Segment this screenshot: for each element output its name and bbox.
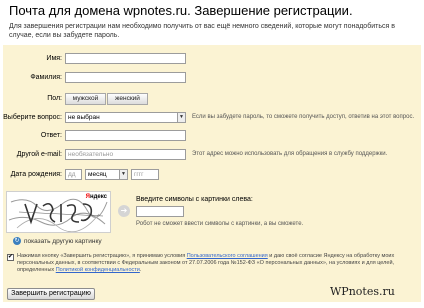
user-agreement-link[interactable]: Пользовательского соглашения [187,253,268,259]
name-input[interactable] [65,53,186,64]
birth-day-input[interactable]: дд [65,169,82,180]
refresh-captcha-label: показать другую картинку [24,237,102,245]
agreement-row: ✔ Нажимая кнопку «Завершить регистрацию»… [7,253,411,274]
refresh-captcha-link[interactable]: ↻ показать другую картинку [13,237,102,245]
gender-label: Пол: [47,95,62,102]
birth-month-select[interactable]: месяц ▼ [85,169,128,180]
birth-year-input[interactable]: гггг [131,169,159,180]
email-hint: Этот адрес можно использовать для обраще… [192,151,388,157]
captcha-label: Введите символы с картинки слева: [136,196,253,203]
name-label: Имя: [46,55,62,62]
page-title: Почта для домена wpnotes.ru. Завершение … [9,3,353,18]
question-label: Выберите вопрос: [3,114,62,121]
question-hint: Если вы забудете пароль, то сможете полу… [192,114,415,120]
surname-input[interactable] [65,72,186,83]
answer-label: Ответ: [40,132,62,139]
email-label: Другой e-mail: [16,151,62,158]
birth-label: Дата рождения: [10,171,62,178]
chevron-down-icon: ▼ [177,113,185,122]
surname-label: Фамилия: [30,74,62,81]
captcha-image: Яндекс [6,191,111,233]
refresh-icon: ↻ [13,237,21,245]
birth-month-value: месяц [88,171,107,178]
gender-male-button[interactable]: мужской [65,93,106,105]
intro-text: Для завершения регистрации нам необходим… [9,23,395,39]
agreement-text: Нажимая кнопку «Завершить регистрацию», … [17,253,395,273]
email-input[interactable]: необязательно [65,149,186,160]
submit-registration-button[interactable]: Завершить регистрацию [7,288,95,300]
privacy-policy-link[interactable]: Политикой конфиденциальности [56,267,140,273]
question-select-value: не выбран [68,114,100,121]
watermark: WPnotes.ru [330,285,395,298]
answer-input[interactable] [65,130,186,141]
question-select[interactable]: не выбран ▼ [65,112,186,123]
agreement-checkbox[interactable]: ✔ [7,254,14,261]
gender-female-button[interactable]: женский [107,93,148,105]
yandex-logo: Яндекс [85,194,107,200]
chevron-down-icon: ▼ [119,170,127,179]
arrow-right-icon: ➔ [118,205,130,217]
captcha-input[interactable] [136,206,184,217]
captcha-hint: Робот не сможет ввести символы с картинк… [136,221,304,227]
